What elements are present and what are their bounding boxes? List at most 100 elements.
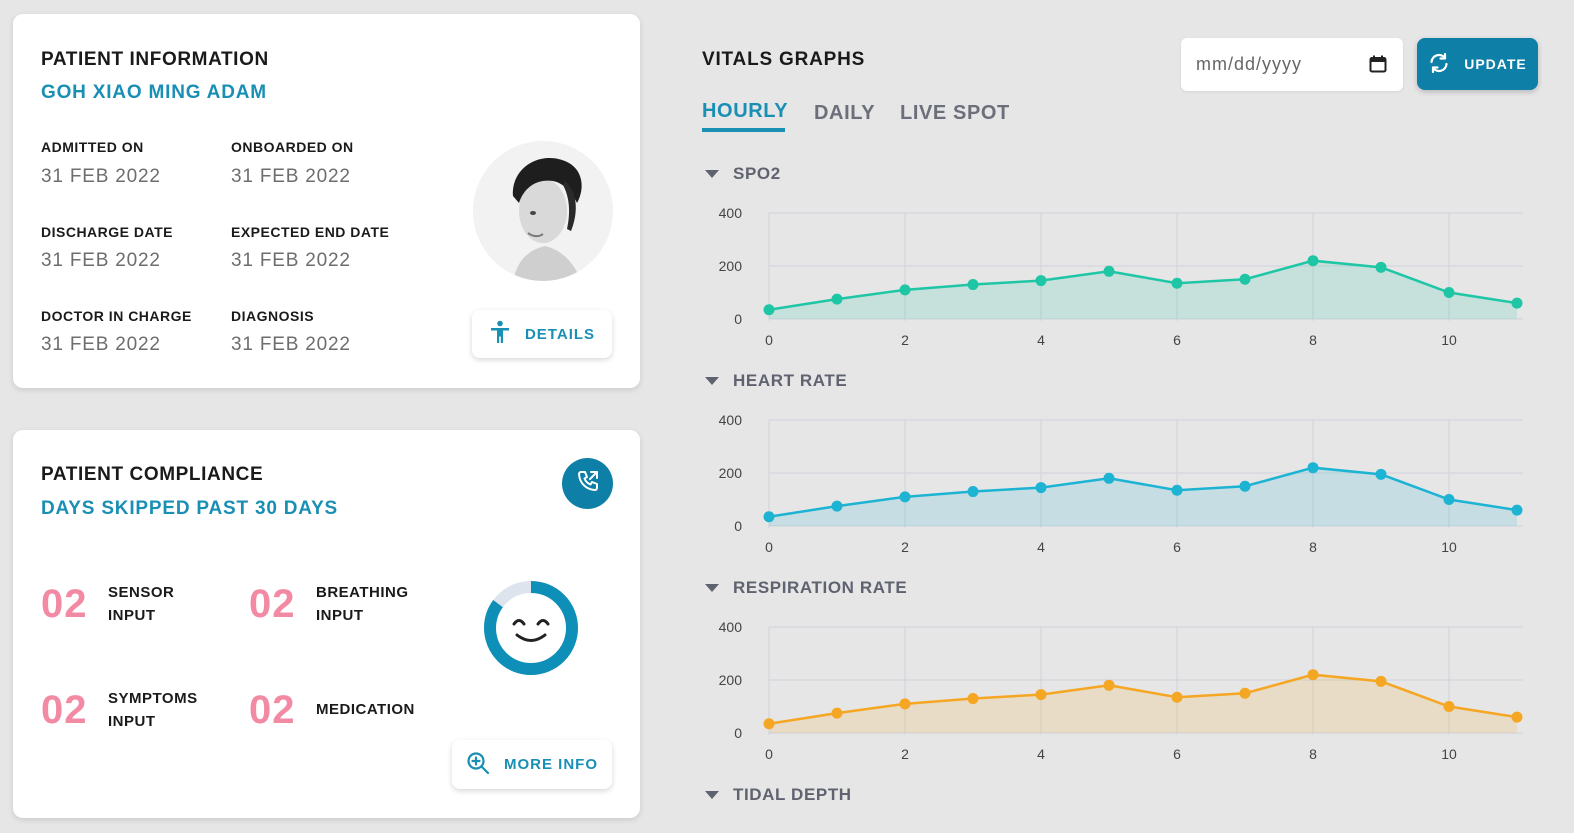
data-point [1103, 679, 1115, 691]
data-point [1171, 691, 1183, 703]
collapse-triangle-icon [705, 170, 719, 178]
date-input[interactable]: mm/dd/yyyy [1181, 38, 1403, 91]
x-tick-label: 2 [901, 332, 909, 348]
patient-avatar [473, 141, 613, 281]
y-tick-label: 200 [719, 672, 743, 688]
data-point [831, 707, 843, 719]
y-tick-label: 0 [734, 311, 742, 327]
patient-compliance-card: PATIENT COMPLIANCE DAYS SKIPPED PAST 30 … [13, 430, 640, 818]
collapse-triangle-icon [705, 584, 719, 592]
x-tick-label: 8 [1309, 539, 1317, 555]
section-respiration-rate[interactable]: RESPIRATION RATE [705, 578, 907, 598]
data-point [763, 304, 775, 316]
x-tick-label: 10 [1441, 746, 1457, 762]
vitals-graphs-title: VITALS GRAPHS [702, 49, 866, 70]
update-button-label: UPDATE [1464, 56, 1527, 72]
data-point [1171, 484, 1183, 496]
spo2-chart: 0 200 400 0 2 4 6 8 10 [719, 205, 1523, 348]
compliance-subtitle: DAYS SKIPPED PAST 30 DAYS [41, 498, 339, 519]
x-tick-label: 8 [1309, 332, 1317, 348]
section-heart-rate[interactable]: HEART RATE [705, 371, 847, 391]
symptoms-input-count: 02 [41, 688, 88, 732]
data-point [763, 511, 775, 523]
patient-info-title: PATIENT INFORMATION [41, 49, 269, 70]
medication-label: MEDICATION [316, 701, 415, 718]
data-point [1375, 675, 1387, 687]
admitted-on-value: 31 FEB 2022 [41, 166, 161, 187]
data-point [1443, 494, 1455, 505]
expected-end-date-label: EXPECTED END DATE [231, 224, 390, 240]
x-tick-label: 0 [765, 539, 773, 555]
data-point [1103, 265, 1115, 277]
section-tidal-depth-label: TIDAL DEPTH [733, 785, 852, 804]
y-tick-label: 200 [719, 258, 743, 274]
data-point [1035, 689, 1047, 701]
tab-hourly[interactable]: HOURLY [702, 100, 788, 123]
data-point [967, 486, 979, 498]
x-tick-label: 0 [765, 332, 773, 348]
data-point [899, 491, 911, 503]
diagnosis-value: 31 FEB 2022 [231, 334, 351, 355]
breathing-input-label: BREATHING INPUT [316, 584, 409, 624]
zoom-in-icon [466, 751, 490, 779]
patient-name: GOH XIAO MING ADAM [41, 82, 267, 103]
data-point [967, 279, 979, 291]
doctor-in-charge-label: DOCTOR IN CHARGE [41, 308, 192, 324]
onboarded-on-value: 31 FEB 2022 [231, 166, 351, 187]
medication-count: 02 [249, 688, 296, 732]
active-tab-indicator [702, 128, 785, 132]
sensor-input-label: SENSOR INPUT [108, 584, 175, 624]
y-tick-label: 400 [719, 205, 743, 221]
data-point [899, 698, 911, 710]
series-area [769, 467, 1517, 526]
more-info-button[interactable]: MORE INFO [452, 740, 612, 789]
section-tidal-depth[interactable]: TIDAL DEPTH [705, 785, 852, 805]
tab-live-spot[interactable]: LIVE SPOT [900, 102, 1010, 125]
x-tick-label: 2 [901, 539, 909, 555]
data-point [1511, 711, 1523, 723]
data-point [967, 693, 979, 705]
section-respiration-rate-label: RESPIRATION RATE [733, 578, 908, 597]
series-area [769, 674, 1517, 733]
section-heart-rate-label: HEART RATE [733, 371, 848, 390]
x-tick-label: 4 [1037, 539, 1045, 555]
data-point [1307, 669, 1319, 681]
section-spo2[interactable]: SPO2 [705, 164, 781, 184]
section-spo2-label: SPO2 [733, 164, 781, 183]
data-point [1307, 255, 1319, 267]
data-point [1239, 687, 1251, 699]
call-button[interactable] [562, 458, 613, 509]
data-point [1103, 472, 1115, 484]
tab-daily[interactable]: DAILY [814, 102, 875, 125]
details-button-label: DETAILS [524, 325, 596, 343]
x-tick-label: 6 [1173, 539, 1181, 555]
x-tick-label: 2 [901, 746, 909, 762]
data-point [899, 284, 911, 296]
collapse-triangle-icon [705, 377, 719, 385]
x-tick-label: 8 [1309, 746, 1317, 762]
discharge-date-label: DISCHARGE DATE [41, 224, 173, 240]
series-area [769, 260, 1517, 319]
x-tick-label: 10 [1441, 332, 1457, 348]
expected-end-date-value: 31 FEB 2022 [231, 250, 351, 271]
compliance-gauge [483, 580, 579, 676]
more-info-button-label: MORE INFO [504, 756, 598, 773]
data-point [831, 500, 843, 512]
data-point [1511, 297, 1523, 309]
data-point [831, 293, 843, 305]
x-tick-label: 4 [1037, 332, 1045, 348]
respiration-rate-chart: 0 200 400 0 2 4 6 8 10 [719, 619, 1523, 762]
admitted-on-label: ADMITTED ON [41, 139, 144, 155]
data-point [1035, 275, 1047, 287]
phone-outgoing-icon [576, 469, 600, 498]
data-point [1443, 701, 1455, 712]
data-point [1307, 462, 1319, 474]
details-button[interactable]: DETAILS [472, 310, 612, 358]
symptoms-input-label: SYMPTOMS INPUT [108, 690, 198, 730]
x-tick-label: 6 [1173, 746, 1181, 762]
breathing-input-count: 02 [249, 582, 296, 626]
calendar-icon[interactable] [1369, 55, 1387, 78]
doctor-in-charge-value: 31 FEB 2022 [41, 334, 161, 355]
y-tick-label: 400 [719, 412, 743, 428]
update-button[interactable]: UPDATE [1417, 38, 1538, 90]
